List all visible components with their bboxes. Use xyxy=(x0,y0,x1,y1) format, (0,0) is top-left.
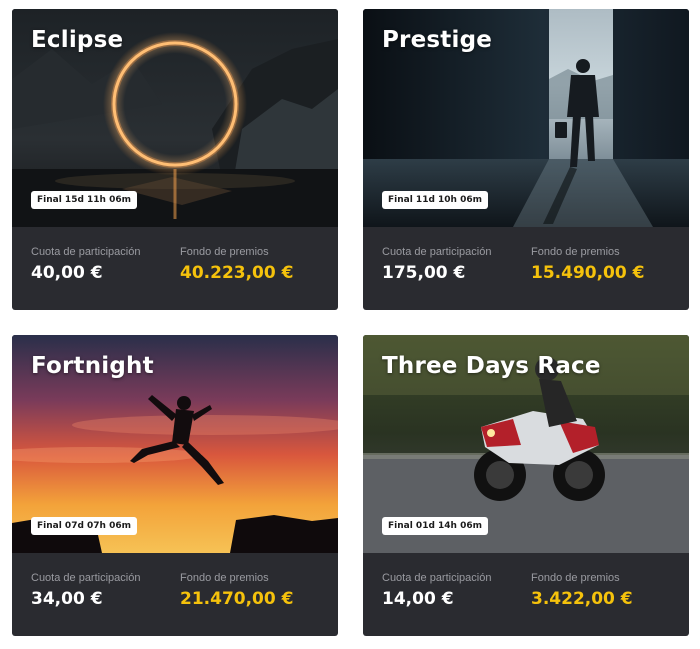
entry-fee-value: 40,00 € xyxy=(31,263,103,283)
prize-pool-value: 40.223,00 € xyxy=(180,263,294,283)
entry-fee-label: Cuota de participación xyxy=(382,246,492,258)
prize-pool-label: Fondo de premios xyxy=(531,572,620,584)
countdown-badge: Final 15d 11h 06m xyxy=(31,191,137,209)
tournament-card-prestige[interactable]: Prestige Final 11d 10h 06m Cuota de part… xyxy=(363,9,689,310)
tournament-info: Cuota de participación 14,00 € Fondo de … xyxy=(363,553,689,636)
entry-fee-value: 14,00 € xyxy=(382,589,454,609)
prize-pool-label: Fondo de premios xyxy=(180,572,269,584)
tournament-title: Eclipse xyxy=(31,27,124,53)
tournament-card-fortnight[interactable]: Fortnight Final 07d 07h 06m Cuota de par… xyxy=(12,335,338,636)
countdown-badge: Final 11d 10h 06m xyxy=(382,191,488,209)
tournament-title: Prestige xyxy=(382,27,493,53)
tournament-title: Fortnight xyxy=(31,353,154,379)
entry-fee-label: Cuota de participación xyxy=(31,572,141,584)
prize-pool-value: 3.422,00 € xyxy=(531,589,633,609)
prize-pool-label: Fondo de premios xyxy=(180,246,269,258)
prize-pool-value: 15.490,00 € xyxy=(531,263,645,283)
tournament-card-eclipse[interactable]: Eclipse Final 15d 11h 06m Cuota de parti… xyxy=(12,9,338,310)
entry-fee-value: 175,00 € xyxy=(382,263,466,283)
tournament-info: Cuota de participación 175,00 € Fondo de… xyxy=(363,227,689,310)
tournament-info: Cuota de participación 34,00 € Fondo de … xyxy=(12,553,338,636)
prize-pool-label: Fondo de premios xyxy=(531,246,620,258)
tournament-info: Cuota de participación 40,00 € Fondo de … xyxy=(12,227,338,310)
entry-fee-label: Cuota de participación xyxy=(31,246,141,258)
tournament-title: Three Days Race xyxy=(382,353,601,379)
prize-pool-value: 21.470,00 € xyxy=(180,589,294,609)
entry-fee-label: Cuota de participación xyxy=(382,572,492,584)
tournament-card-three-days-race[interactable]: Three Days Race Final 01d 14h 06m Cuota … xyxy=(363,335,689,636)
countdown-badge: Final 01d 14h 06m xyxy=(382,517,488,535)
countdown-badge: Final 07d 07h 06m xyxy=(31,517,137,535)
entry-fee-value: 34,00 € xyxy=(31,589,103,609)
